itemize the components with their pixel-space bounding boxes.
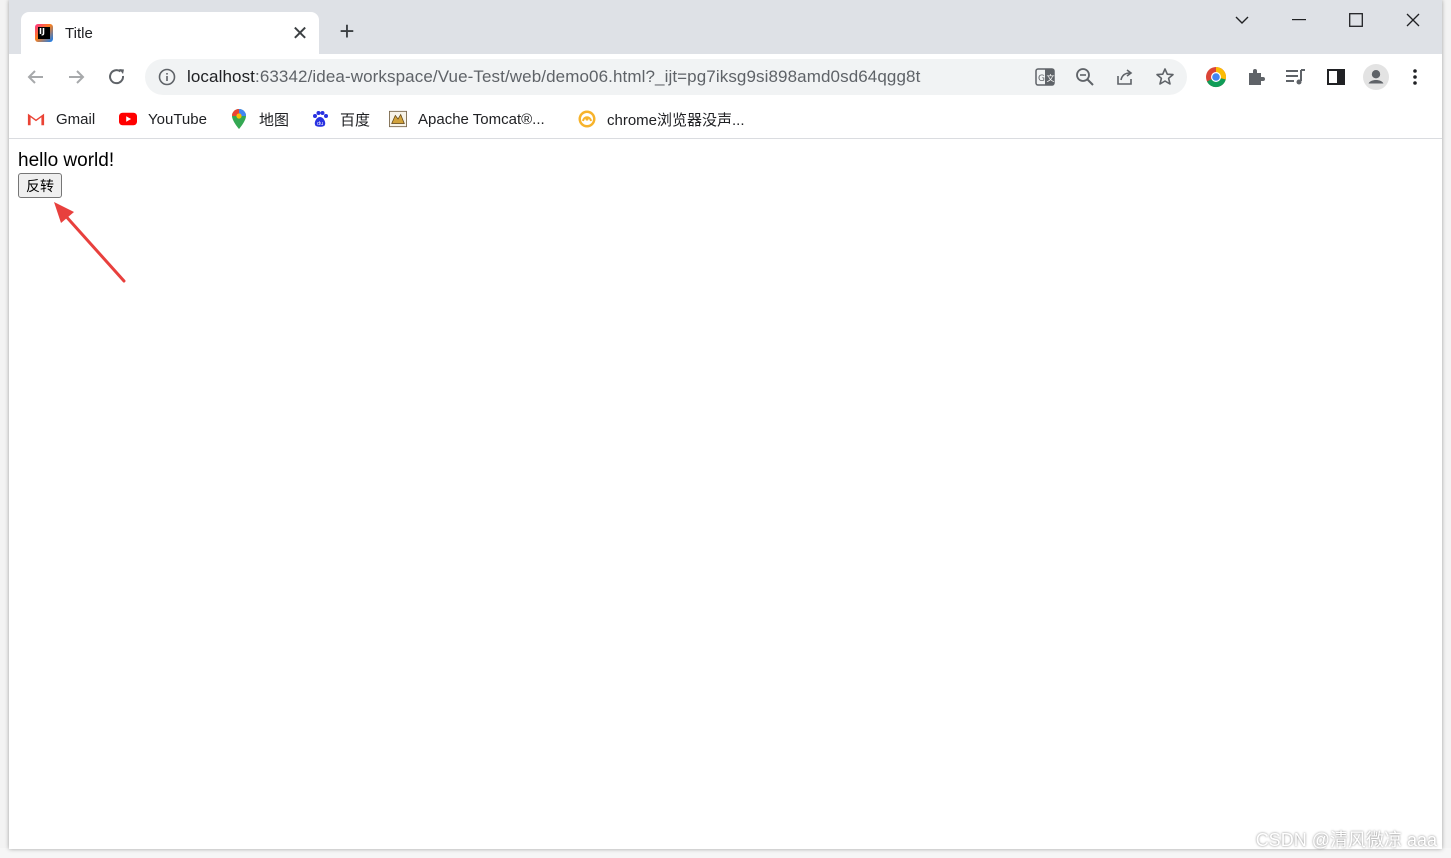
bookmark-baidu[interactable]: du 百度 xyxy=(311,107,370,131)
close-window-button[interactable] xyxy=(1390,8,1436,32)
browser-toolbar: localhost:63342/idea-workspace/Vue-Test/… xyxy=(9,54,1442,100)
bookmark-tomcat[interactable]: Apache Tomcat®... xyxy=(389,107,545,131)
back-button[interactable] xyxy=(21,62,51,92)
red-arrow-annotation xyxy=(54,202,126,283)
media-control-icon[interactable] xyxy=(1283,64,1309,90)
reverse-button[interactable]: 反转 xyxy=(18,173,62,198)
zoom-icon[interactable] xyxy=(1073,65,1097,89)
page-viewport: hello world! 反转 xyxy=(9,139,1442,849)
bookmark-label: YouTube xyxy=(148,110,207,128)
address-bar[interactable]: localhost:63342/idea-workspace/Vue-Test/… xyxy=(145,59,1187,95)
extensions-puzzle-icon[interactable] xyxy=(1243,64,1269,90)
menu-kebab-icon[interactable] xyxy=(1402,64,1428,90)
baidu-icon: du xyxy=(311,110,329,128)
forward-button[interactable] xyxy=(61,62,91,92)
translate-icon[interactable]: G文 xyxy=(1033,65,1057,89)
tab-close-icon[interactable]: ✕ xyxy=(289,22,311,45)
maps-icon xyxy=(230,109,248,129)
desktop-right-edge xyxy=(1441,0,1451,858)
svg-text:du: du xyxy=(317,121,323,127)
csdn-watermark: CSDN @清风微凉 aaa xyxy=(1255,830,1437,850)
tomcat-icon xyxy=(389,110,407,128)
browser-window: IJ Title ✕ + localhost:63342/idea-worksp… xyxy=(9,0,1442,849)
bookmarks-bar: Gmail YouTube 地图 du 百度 Apache Tomcat®... xyxy=(9,100,1442,139)
bookmark-gmail[interactable]: Gmail xyxy=(27,107,95,131)
youtube-icon xyxy=(119,110,137,128)
url-text[interactable]: localhost:63342/idea-workspace/Vue-Test/… xyxy=(187,67,920,87)
reload-button[interactable] xyxy=(102,62,132,92)
intellij-favicon-icon: IJ xyxy=(35,24,53,42)
bookmark-label: 地图 xyxy=(259,111,290,129)
bookmark-youtube[interactable]: YouTube xyxy=(119,107,207,131)
chrome-bookmark-icon xyxy=(578,110,596,128)
tab-strip: IJ Title ✕ + xyxy=(9,0,1442,54)
bookmark-chrome-sound[interactable]: chrome浏览器没声... xyxy=(578,107,745,131)
maximize-button[interactable] xyxy=(1333,8,1379,32)
bookmark-label: chrome浏览器没声... xyxy=(607,111,745,129)
new-tab-button[interactable]: + xyxy=(334,18,360,44)
browser-tab[interactable]: IJ Title ✕ xyxy=(21,12,319,54)
chrome-extension-icon[interactable] xyxy=(1203,64,1229,90)
site-info-icon[interactable] xyxy=(155,65,179,89)
desktop-bottom-edge xyxy=(0,848,1451,858)
bookmark-label: 百度 xyxy=(340,111,371,129)
share-icon[interactable] xyxy=(1113,65,1137,89)
side-panel-icon[interactable] xyxy=(1323,64,1349,90)
message-text: hello world! xyxy=(18,150,115,171)
bookmark-label: Gmail xyxy=(56,110,96,128)
bookmark-maps[interactable]: 地图 xyxy=(230,107,289,131)
bookmark-star-icon[interactable] xyxy=(1153,65,1177,89)
bookmark-label: Apache Tomcat®... xyxy=(418,110,545,128)
minimize-button[interactable] xyxy=(1276,8,1322,32)
svg-text:G: G xyxy=(1038,74,1045,84)
tab-title: Title xyxy=(65,24,93,42)
profile-avatar-icon[interactable] xyxy=(1363,64,1389,90)
gmail-icon xyxy=(27,110,45,128)
tab-search-icon[interactable] xyxy=(1219,8,1265,32)
svg-text:文: 文 xyxy=(1047,73,1055,83)
